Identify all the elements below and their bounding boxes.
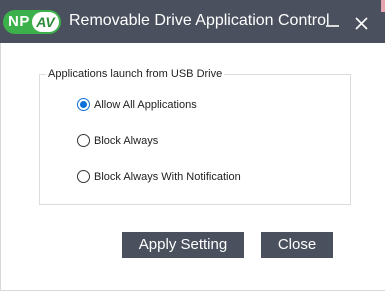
close-button[interactable]: Close [261, 232, 333, 258]
npav-logo: NP AV [3, 10, 61, 34]
logo-badge: NP AV [3, 10, 61, 34]
radio-button[interactable] [77, 170, 90, 183]
apply-setting-button[interactable]: Apply Setting [122, 232, 244, 258]
radio-button[interactable] [77, 134, 90, 147]
radio-label[interactable]: Block Always [94, 134, 158, 148]
radio-button-selected[interactable] [77, 98, 90, 111]
radio-label[interactable]: Block Always With Notification [94, 170, 241, 184]
window-title: Removable Drive Application Control [69, 12, 330, 29]
logo-av-text: AV [36, 14, 55, 30]
dialog-body: Applications launch from USB Drive Allow… [0, 43, 385, 291]
group-legend: Applications launch from USB Drive [46, 67, 225, 81]
logo-np-text: NP [8, 13, 30, 30]
title-bar: NP AV Removable Drive Application Contro… [0, 0, 385, 43]
close-window-button[interactable] [351, 10, 373, 34]
minimize-icon [322, 10, 344, 34]
usb-launch-groupbox: Applications launch from USB Drive Allow… [39, 67, 351, 205]
radio-label[interactable]: Allow All Applications [94, 98, 197, 112]
logo-av-pill: AV [32, 12, 59, 32]
close-icon [351, 10, 373, 34]
minimize-button[interactable] [322, 10, 344, 34]
background-edge [381, 0, 385, 12]
